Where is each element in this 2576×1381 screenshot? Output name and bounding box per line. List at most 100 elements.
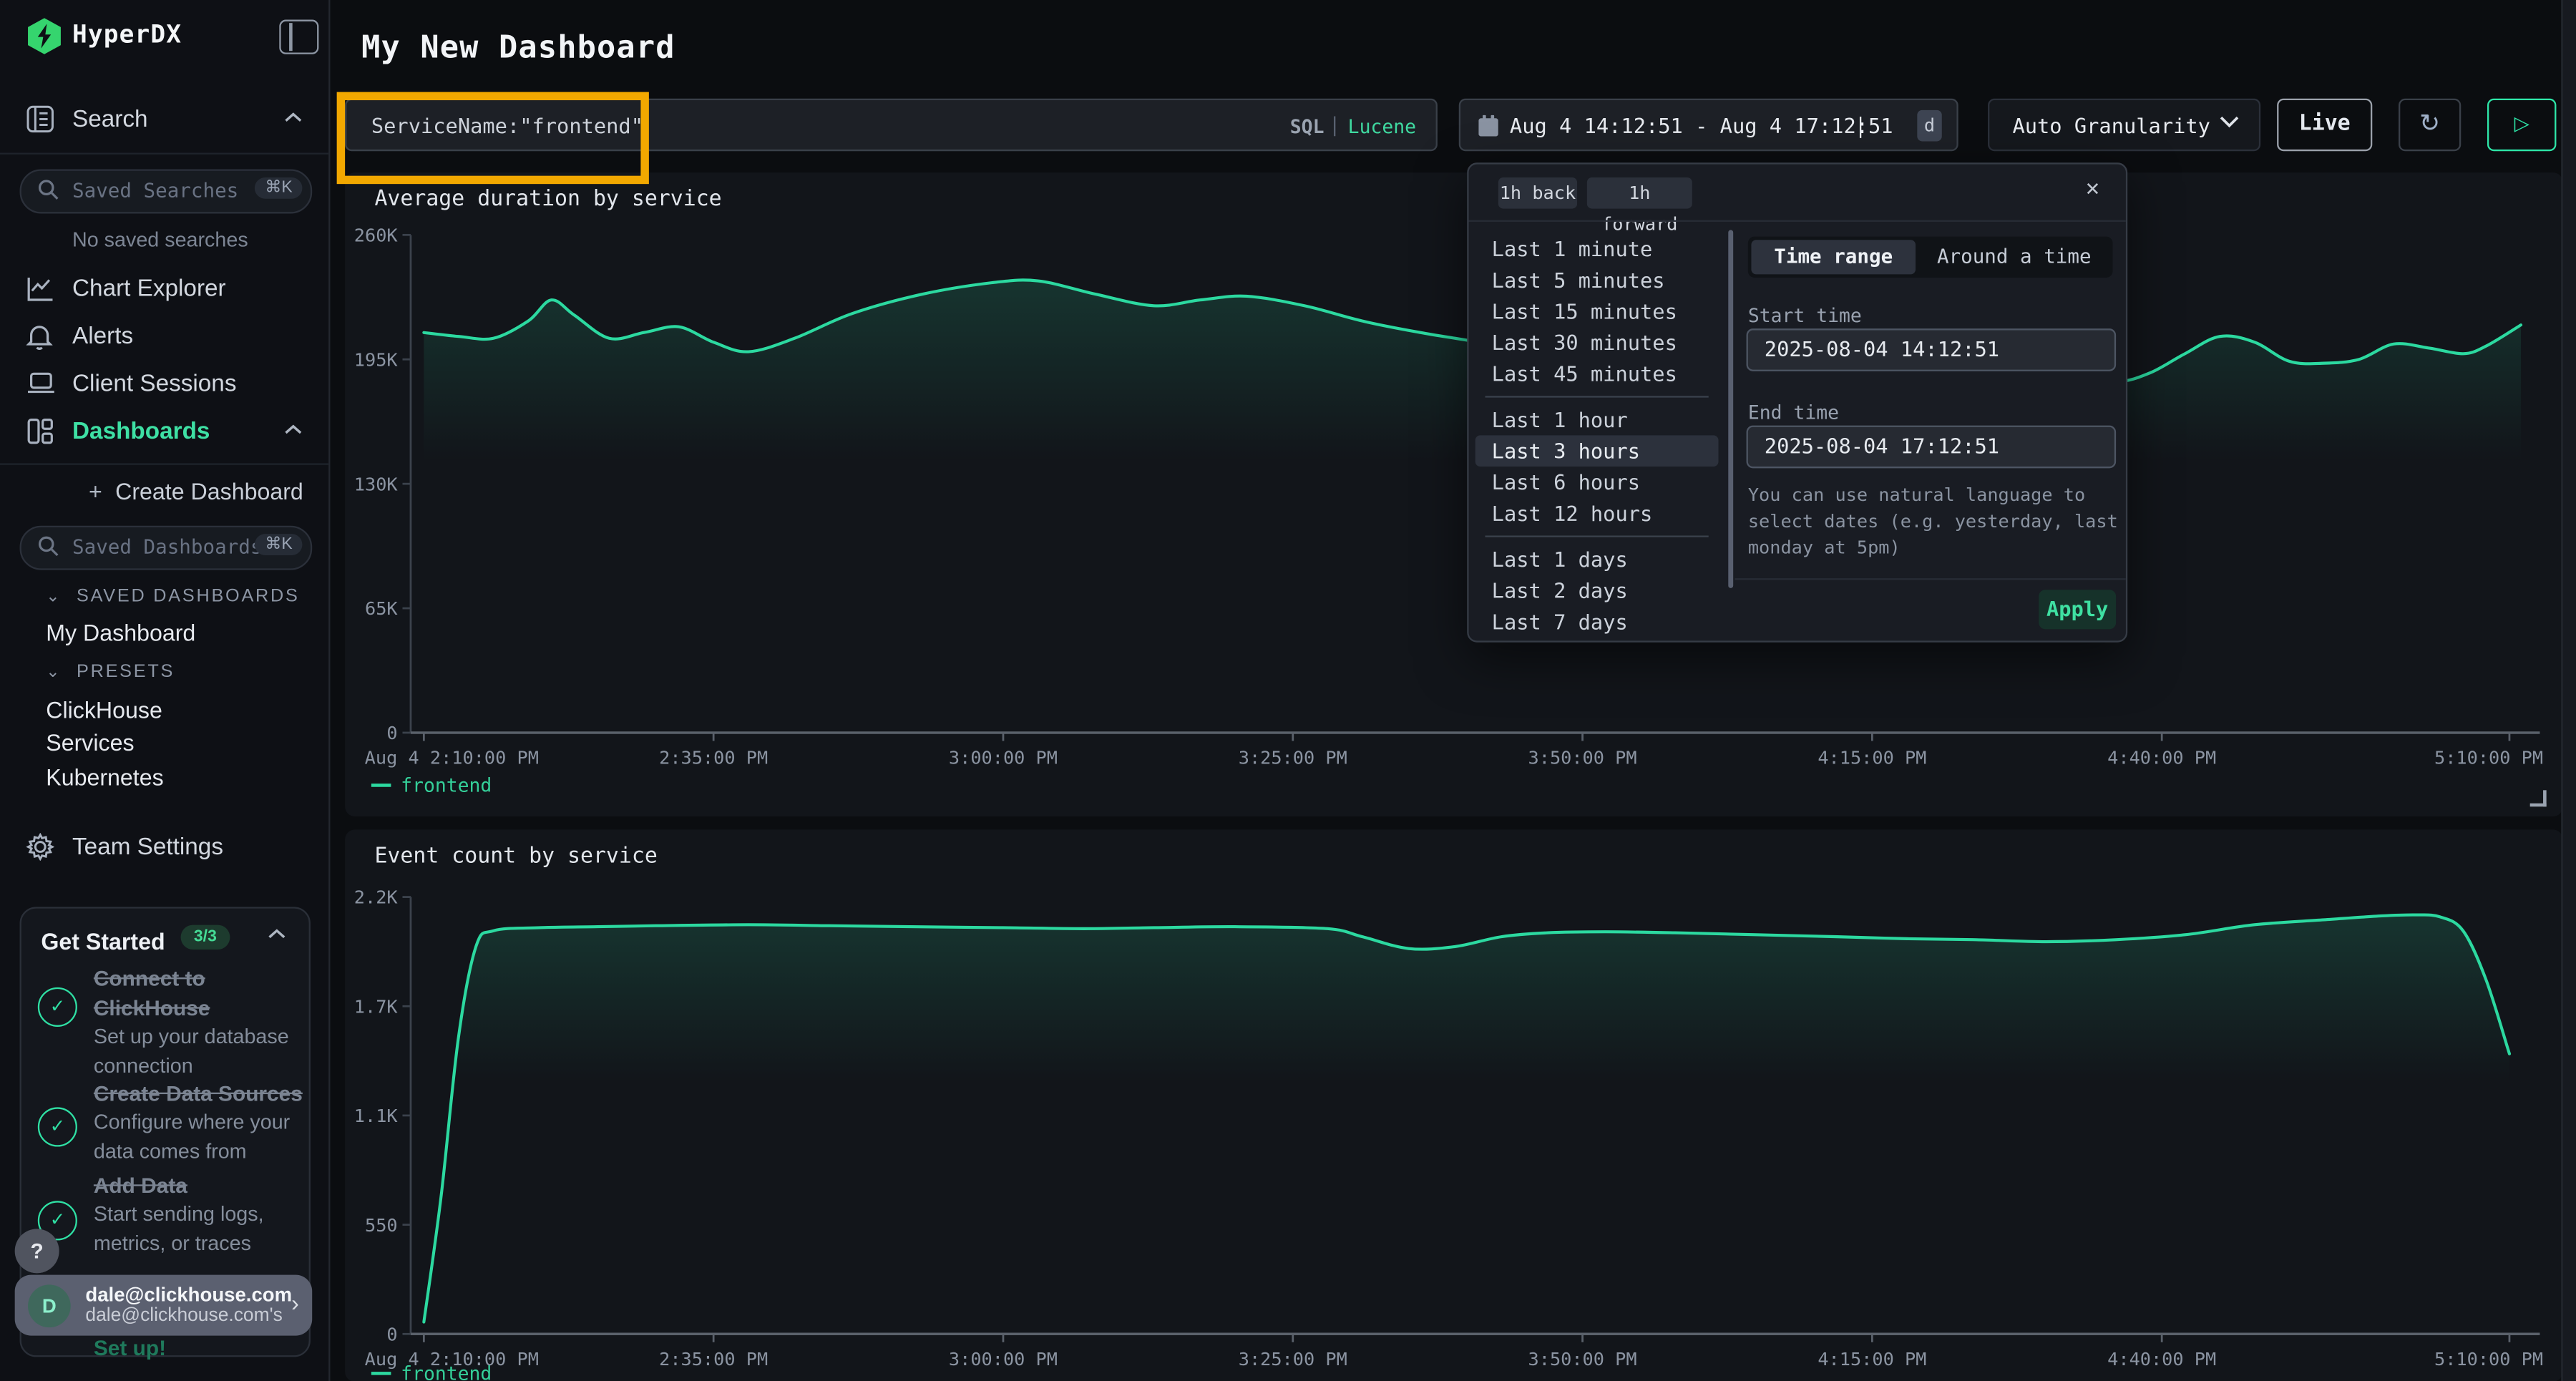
- svg-text:Aug 4 2:10:00 PM: Aug 4 2:10:00 PM: [365, 748, 539, 768]
- quick-range-option[interactable]: Last 1 hour: [1475, 404, 1719, 436]
- back-1h-button[interactable]: 1h back: [1498, 177, 1577, 209]
- svg-text:4:40:00 PM: 4:40:00 PM: [2107, 748, 2216, 768]
- check-circle-icon: ✓: [38, 1107, 77, 1146]
- saved-dashboards-placeholder: Saved Dashboards: [72, 535, 262, 558]
- scrollbar-track[interactable]: [2561, 0, 2576, 1381]
- granularity-select[interactable]: Auto Granularity: [1988, 99, 2260, 151]
- time-picker-popup: 1h back 1h forward ✕ Last 1 minute Last …: [1467, 162, 2127, 642]
- chevron-up-icon[interactable]: [268, 928, 286, 940]
- check-circle-icon: ✓: [38, 987, 77, 1027]
- lucene-toggle[interactable]: Lucene: [1348, 115, 1416, 138]
- svg-text:4:40:00 PM: 4:40:00 PM: [2107, 1349, 2216, 1370]
- page-title: My New Dashboard: [361, 29, 675, 66]
- shortcut-badge: ⌘K: [255, 177, 303, 199]
- sidebar-item-kubernetes[interactable]: Kubernetes: [46, 764, 163, 791]
- time-range-value: Aug 4 14:12:51 - Aug 4 17:12:51: [1510, 113, 1893, 137]
- svg-text:frontend: frontend: [401, 1363, 492, 1381]
- svg-text:3:00:00 PM: 3:00:00 PM: [949, 748, 1058, 768]
- checklist-item-subtitle: Configure where your data comes from: [94, 1109, 301, 1166]
- quick-range-option[interactable]: Last 30 minutes: [1475, 327, 1719, 358]
- svg-text:1.1K: 1.1K: [354, 1106, 399, 1126]
- sidebar-item-dashboards[interactable]: Dashboards: [0, 416, 328, 455]
- resize-handle-icon[interactable]: [2530, 790, 2547, 806]
- search-logs-icon: [26, 105, 56, 135]
- search-icon: [38, 535, 61, 558]
- quick-range-option[interactable]: Last 1 minute: [1475, 233, 1719, 265]
- sidebar-item-chart-explorer[interactable]: Chart Explorer: [0, 273, 328, 312]
- svg-text:2:35:00 PM: 2:35:00 PM: [659, 1349, 768, 1370]
- play-button[interactable]: ▷: [2487, 99, 2556, 151]
- chart-explorer-icon: [26, 274, 56, 303]
- user-email: dale@clickhouse.com: [85, 1283, 292, 1306]
- svg-text:3:50:00 PM: 3:50:00 PM: [1528, 1349, 1637, 1370]
- average-duration-chart[interactable]: 065K130K195K260KAug 4 2:10:00 PM2:35:00 …: [345, 172, 2562, 816]
- live-button[interactable]: Live: [2277, 99, 2372, 151]
- checklist-item-title[interactable]: Add Data: [94, 1171, 298, 1200]
- sidebar-item-label: Chart Explorer: [72, 276, 226, 303]
- end-time-label: End time: [1748, 401, 1839, 424]
- scrollbar-thumb[interactable]: [1728, 230, 1733, 588]
- bell-icon: [26, 322, 56, 351]
- quick-range-option[interactable]: Last 1 days: [1475, 544, 1719, 575]
- quick-range-option[interactable]: Last 15 minutes: [1475, 296, 1719, 327]
- svg-text:0: 0: [386, 723, 397, 743]
- checklist-item-title[interactable]: Connect to ClickHouse: [94, 965, 298, 1023]
- calendar-icon: [1478, 115, 1498, 137]
- start-time-input[interactable]: 2025-08-04 14:12:51: [1747, 328, 2117, 371]
- sidebar-item-label: Search: [72, 107, 148, 133]
- dashboards-icon: [26, 417, 56, 446]
- sidebar-collapse-icon[interactable]: [279, 20, 318, 54]
- tab-time-range[interactable]: Time range: [1751, 240, 1916, 274]
- chevron-right-icon: ›: [291, 1289, 299, 1316]
- chart-title: Average duration by service: [374, 187, 721, 212]
- user-menu[interactable]: D dale@clickhouse.com dale@clickhouse.co…: [15, 1275, 313, 1336]
- sidebar-item-clickhouse[interactable]: ClickHouse: [46, 696, 162, 723]
- sidebar-item-team-settings[interactable]: Team Settings: [0, 831, 328, 871]
- chevron-up-icon[interactable]: [284, 112, 302, 123]
- checklist-item-title[interactable]: Create Data Sources: [94, 1079, 323, 1108]
- quick-range-option[interactable]: Last 45 minutes: [1475, 358, 1719, 390]
- svg-text:1.7K: 1.7K: [354, 996, 399, 1017]
- sidebar-item-client-sessions[interactable]: Client Sessions: [0, 368, 328, 407]
- sql-toggle[interactable]: SQL: [1290, 115, 1324, 138]
- forward-1h-button[interactable]: 1h forward: [1587, 177, 1692, 209]
- quick-range-option[interactable]: Last 7 days: [1475, 606, 1719, 638]
- saved-searches-input[interactable]: Saved Searches ⌘K: [20, 169, 313, 213]
- saved-dashboards-input[interactable]: Saved Dashboards ⌘K: [20, 526, 313, 570]
- quick-range-option[interactable]: Last 5 minutes: [1475, 265, 1719, 296]
- get-started-title: Get Started: [41, 928, 165, 955]
- checklist-item-subtitle: Start sending logs, metrics, or traces: [94, 1201, 301, 1258]
- end-time-input[interactable]: 2025-08-04 17:12:51: [1747, 426, 2117, 469]
- svg-text:65K: 65K: [365, 598, 398, 619]
- chevron-down-icon: ⌄: [46, 588, 62, 606]
- svg-text:4:15:00 PM: 4:15:00 PM: [1818, 1349, 1926, 1370]
- chevron-up-icon[interactable]: [284, 424, 302, 435]
- setup-link[interactable]: Set up!: [94, 1336, 166, 1360]
- quick-range-option[interactable]: Last 2 days: [1475, 575, 1719, 607]
- sidebar-item-services[interactable]: Services: [46, 729, 134, 756]
- tab-around-a-time[interactable]: Around a time: [1919, 240, 2109, 274]
- presets-header[interactable]: ⌄PRESETS: [46, 662, 175, 682]
- time-range-input[interactable]: Aug 4 14:12:51 - Aug 4 17:12:51 d: [1459, 99, 1958, 151]
- apply-button[interactable]: Apply: [2039, 590, 2116, 629]
- quick-range-option[interactable]: Last 12 hours: [1475, 498, 1719, 530]
- quick-range-option-selected[interactable]: Last 3 hours: [1475, 435, 1719, 467]
- text-caret: [1860, 117, 1861, 138]
- sidebar-item-search[interactable]: Search: [0, 104, 328, 143]
- user-team: dale@clickhouse.com's: [85, 1306, 282, 1326]
- quick-range-option[interactable]: Last 14 days: [1475, 638, 1719, 643]
- sidebar-item-alerts[interactable]: Alerts: [0, 321, 328, 360]
- sidebar-item-label: Dashboards: [72, 419, 210, 445]
- sidebar-item-my-dashboard[interactable]: My Dashboard: [46, 620, 195, 646]
- sidebar-item-label: Client Sessions: [72, 371, 236, 398]
- play-icon: ▷: [2514, 112, 2529, 135]
- refresh-button[interactable]: ↻: [2399, 99, 2461, 151]
- quick-range-option[interactable]: Last 6 hours: [1475, 467, 1719, 498]
- create-dashboard-button[interactable]: +Create Dashboard: [89, 478, 303, 504]
- search-icon: [38, 179, 61, 202]
- event-count-chart[interactable]: 05501.1K1.7K2.2KAug 4 2:10:00 PM2:35:00 …: [345, 829, 2562, 1381]
- saved-dashboards-header[interactable]: ⌄SAVED DASHBOARDS: [46, 587, 299, 607]
- start-time-label: Start time: [1748, 304, 1862, 327]
- svg-text:5:10:00 PM: 5:10:00 PM: [2434, 1349, 2543, 1370]
- help-button[interactable]: ?: [15, 1229, 59, 1273]
